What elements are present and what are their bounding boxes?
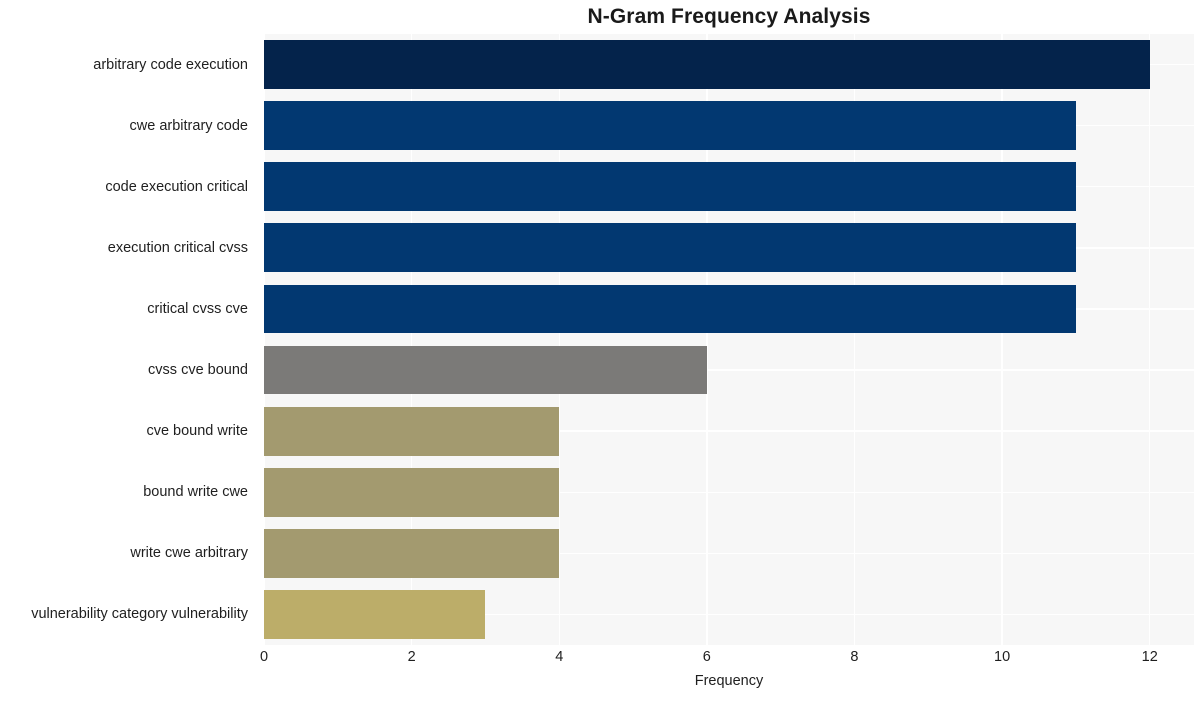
bar[interactable] xyxy=(264,528,560,578)
x-axis-tick-label: 2 xyxy=(407,649,416,665)
bar[interactable] xyxy=(264,345,707,395)
bar[interactable] xyxy=(264,590,486,639)
bar[interactable] xyxy=(264,101,1076,151)
x-axis-tick-label: 4 xyxy=(555,649,564,665)
y-axis-tick-label: cwe arbitrary code xyxy=(129,117,248,134)
y-axis-tick-label: cvss cve bound xyxy=(148,362,248,379)
plot-area xyxy=(264,34,1194,645)
x-axis-tick-label: 8 xyxy=(850,649,859,665)
bar[interactable] xyxy=(264,467,560,517)
bar[interactable] xyxy=(264,284,1076,334)
y-axis-tick-label: vulnerability category vulnerability xyxy=(31,606,248,623)
y-axis-tick-label: write cwe arbitrary xyxy=(130,545,248,562)
bar[interactable] xyxy=(264,40,1150,89)
x-axis-tick-labels: 0 2 4 6 8 10 12 xyxy=(0,649,1203,671)
x-axis-tick-label: 12 xyxy=(1141,649,1158,665)
y-axis-tick-label: execution critical cvss xyxy=(107,239,248,256)
y-axis-tick-labels: arbitrary code execution cwe arbitrary co… xyxy=(0,34,256,645)
x-axis-label: Frequency xyxy=(694,673,764,689)
x-axis-tick-label: 6 xyxy=(702,649,711,665)
y-axis-tick-label: code execution critical xyxy=(105,178,248,195)
chart-figure: N-Gram Frequency Analysis arbitrary code… xyxy=(0,0,1203,701)
y-axis-tick-label: bound write cwe xyxy=(143,484,248,501)
x-axis-tick-label: 10 xyxy=(994,649,1011,665)
bar[interactable] xyxy=(264,162,1076,212)
bar[interactable] xyxy=(264,406,560,456)
bar[interactable] xyxy=(264,223,1076,273)
y-axis-tick-label: critical cvss cve xyxy=(147,300,248,317)
x-axis-tick-label: 0 xyxy=(259,649,269,665)
y-axis-tick-label: cve bound write xyxy=(146,423,248,440)
page-title: N-Gram Frequency Analysis xyxy=(587,5,871,28)
y-axis-tick-label: arbitrary code execution xyxy=(93,56,248,73)
